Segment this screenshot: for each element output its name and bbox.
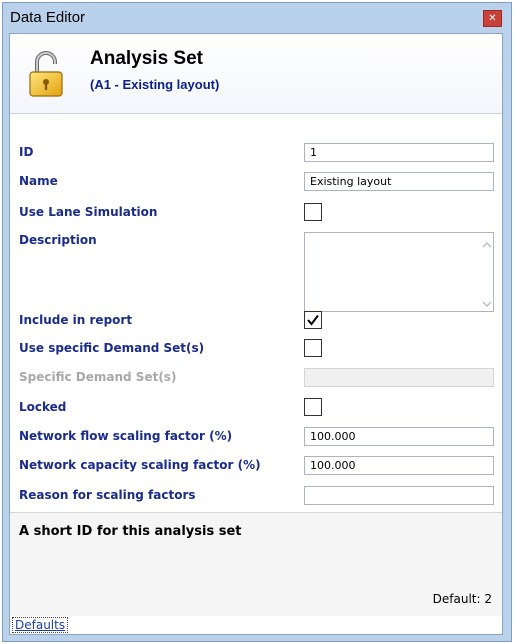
name-label: Name xyxy=(19,174,58,188)
field-row-id: ID 1 xyxy=(10,142,502,164)
reason-for-scaling-label: Reason for scaling factors xyxy=(19,488,196,502)
field-row-specific-demand-sets: Specific Demand Set(s) xyxy=(10,367,502,389)
locked-label: Locked xyxy=(19,400,67,414)
header-subtitle: (A1 - Existing layout) xyxy=(90,77,220,92)
close-icon: ✕ xyxy=(488,13,497,24)
description-textarea[interactable] xyxy=(304,232,494,312)
reason-for-scaling-input[interactable] xyxy=(304,486,494,505)
field-row-network-capacity-scaling: Network capacity scaling factor (%) 100.… xyxy=(10,455,502,477)
id-label: ID xyxy=(19,145,34,159)
field-row-include-in-report: Include in report xyxy=(10,310,502,332)
field-row-reason-for-scaling: Reason for scaling factors xyxy=(10,485,502,507)
defaults-link[interactable]: Defaults xyxy=(12,617,69,633)
lock-open-icon xyxy=(29,51,63,97)
editor-header: Analysis Set (A1 - Existing layout) xyxy=(10,34,502,114)
scroll-up-icon[interactable] xyxy=(482,240,492,250)
editor-panel: Analysis Set (A1 - Existing layout) ID 1… xyxy=(9,33,503,635)
network-capacity-scaling-input[interactable]: 100.000 xyxy=(304,456,494,475)
use-lane-simulation-label: Use Lane Simulation xyxy=(19,205,158,219)
data-editor-window: Data Editor ✕ Analysis Set (A1 - Existin… xyxy=(2,2,512,642)
checkmark-icon xyxy=(307,314,319,326)
use-specific-demand-sets-label: Use specific Demand Set(s) xyxy=(19,341,205,355)
help-text: A short ID for this analysis set xyxy=(19,524,242,539)
header-title: Analysis Set xyxy=(90,48,203,69)
field-row-use-specific-demand-sets: Use specific Demand Set(s) xyxy=(10,338,502,360)
network-flow-scaling-label: Network flow scaling factor (%) xyxy=(19,429,233,443)
include-in-report-checkbox[interactable] xyxy=(304,311,322,329)
help-panel: A short ID for this analysis set Default… xyxy=(10,512,502,616)
field-row-locked: Locked xyxy=(10,397,502,419)
specific-demand-sets-input xyxy=(304,368,494,387)
close-button[interactable]: ✕ xyxy=(483,10,502,27)
id-input[interactable]: 1 xyxy=(304,143,494,162)
network-capacity-scaling-label: Network capacity scaling factor (%) xyxy=(19,458,261,472)
field-row-description: Description xyxy=(10,230,502,316)
specific-demand-sets-label: Specific Demand Set(s) xyxy=(19,370,177,384)
field-row-name: Name Existing layout xyxy=(10,171,502,193)
locked-checkbox[interactable] xyxy=(304,398,322,416)
title-bar: Data Editor ✕ xyxy=(3,3,511,33)
name-input[interactable]: Existing layout xyxy=(304,172,494,191)
include-in-report-label: Include in report xyxy=(19,313,133,327)
window-title: Data Editor xyxy=(10,9,86,26)
scroll-down-icon[interactable] xyxy=(482,299,492,309)
use-lane-simulation-checkbox[interactable] xyxy=(304,203,322,221)
description-label: Description xyxy=(19,233,97,247)
network-flow-scaling-input[interactable]: 100.000 xyxy=(304,427,494,446)
field-row-network-flow-scaling: Network flow scaling factor (%) 100.000 xyxy=(10,426,502,448)
help-default-value: Default: 2 xyxy=(432,592,492,606)
field-row-use-lane-simulation: Use Lane Simulation xyxy=(10,202,502,224)
use-specific-demand-sets-checkbox[interactable] xyxy=(304,339,322,357)
